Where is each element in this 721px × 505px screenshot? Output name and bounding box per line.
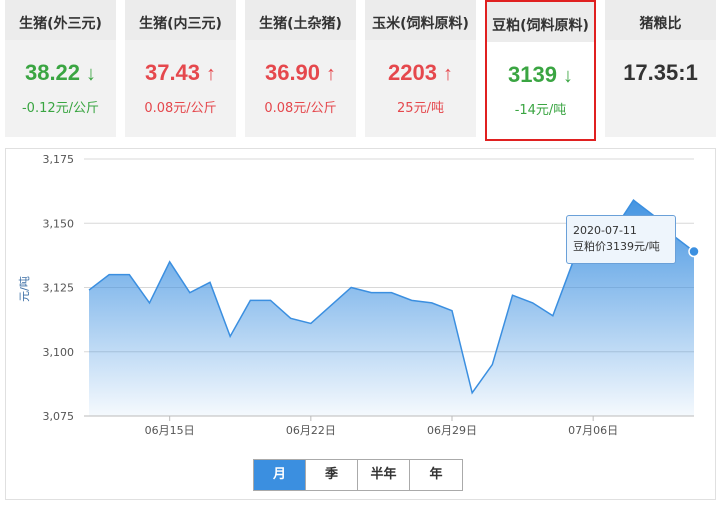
y-axis-label: 元/吨	[18, 276, 31, 302]
data-point	[431, 302, 432, 303]
y-tick-label: 3,175	[43, 153, 75, 166]
card-price-value: 3139	[508, 62, 557, 87]
price-card-3[interactable]: 玉米(饲料原料) 2203 ↑ 25元/吨	[365, 0, 476, 137]
price-card-1[interactable]: 生猪(内三元) 37.43 ↑ 0.08元/公斤	[125, 0, 236, 137]
data-point	[210, 282, 211, 283]
arrow-up-icon: ↑	[442, 63, 453, 85]
price-card-0[interactable]: 生猪(外三元) 38.22 ↓ -0.12元/公斤	[5, 0, 116, 137]
data-point	[270, 300, 271, 301]
tab-year[interactable]: 年	[410, 460, 462, 490]
y-tick-label: 3,100	[43, 346, 75, 359]
data-point	[290, 318, 291, 319]
price-card-2[interactable]: 生猪(土杂猪) 36.90 ↑ 0.08元/公斤	[245, 0, 356, 137]
data-point	[492, 364, 493, 365]
card-price: 3139 ↓	[487, 62, 594, 88]
data-point	[351, 287, 352, 288]
y-tick-label: 3,125	[43, 282, 75, 295]
data-point	[331, 305, 332, 306]
x-tick-label: 06月22日	[286, 424, 336, 437]
y-tick-label: 3,150	[43, 217, 75, 230]
data-point	[532, 302, 533, 303]
tab-quarter[interactable]: 季	[306, 460, 358, 490]
card-price: 37.43 ↑	[125, 60, 236, 86]
price-chart: 3,175 3,150 3,125 3,100 3,075 06月15日 06月22日 06月…	[5, 148, 716, 500]
x-tick-label: 07月06日	[568, 424, 618, 437]
card-title: 生猪(外三元)	[19, 16, 102, 32]
card-title: 玉米(饲料原料)	[372, 16, 469, 32]
card-price-value: 38.22	[24, 60, 81, 85]
x-tick-label: 06月15日	[145, 424, 195, 437]
card-title: 豆粕(饲料原料)	[492, 18, 589, 34]
data-point	[512, 295, 513, 296]
tooltip-date: 2020-07-11	[573, 224, 637, 237]
data-point	[411, 300, 412, 301]
arrow-down-icon: ↓	[86, 63, 97, 85]
data-point	[371, 292, 372, 293]
data-point	[452, 310, 453, 311]
data-point	[250, 300, 251, 301]
data-point	[89, 290, 90, 291]
data-point	[391, 292, 392, 293]
chart-svg: 3,175 3,150 3,125 3,100 3,075 06月15日 06月22日 06月…	[18, 153, 700, 437]
data-point	[169, 261, 170, 262]
card-price: 2203 ↑	[365, 60, 476, 86]
y-tick-label: 3,075	[43, 410, 75, 423]
arrow-up-icon: ↑	[206, 63, 217, 85]
tab-half-year[interactable]: 半年	[358, 460, 410, 490]
tab-month[interactable]: 月	[254, 460, 306, 490]
card-price-value: 37.43	[144, 60, 201, 85]
card-change: 0.08元/公斤	[144, 101, 217, 116]
card-price: 36.90 ↑	[245, 60, 356, 86]
card-title: 生猪(内三元)	[139, 16, 222, 32]
price-card-4[interactable]: 豆粕(饲料原料) 3139 ↓ -14元/吨	[485, 0, 596, 141]
data-point	[129, 274, 130, 275]
data-point	[310, 323, 311, 324]
data-point	[230, 336, 231, 337]
card-title: 猪粮比	[639, 16, 682, 32]
arrow-up-icon: ↑	[326, 63, 337, 85]
tooltip-text: 豆粕价3139元/吨	[573, 240, 660, 253]
card-price: 38.22 ↓	[5, 60, 116, 86]
card-change: -14元/吨	[514, 103, 567, 118]
card-price-value: 2203	[388, 60, 437, 85]
data-point	[189, 292, 190, 293]
arrow-down-icon: ↓	[562, 65, 573, 87]
card-change: -0.12元/公斤	[21, 101, 100, 116]
data-point	[633, 200, 634, 201]
period-tabs: 月 季 半年 年	[253, 459, 463, 491]
data-point	[109, 274, 110, 275]
data-point	[552, 315, 553, 316]
highlight-point	[688, 245, 700, 258]
card-price-value: 17.35:1	[623, 60, 698, 85]
data-point	[149, 302, 150, 303]
card-price-value: 36.90	[264, 60, 321, 85]
chart-tooltip: 2020-07-11 豆粕价3139元/吨	[566, 215, 676, 264]
data-point	[472, 392, 473, 393]
price-card-5[interactable]: 猪粮比 17.35:1	[605, 0, 716, 137]
card-title: 生猪(土杂猪)	[259, 16, 342, 32]
card-price: 17.35:1	[605, 60, 716, 86]
x-tick-label: 06月29日	[427, 424, 477, 437]
card-change: 0.08元/公斤	[264, 101, 337, 116]
card-change: 25元/吨	[397, 101, 444, 116]
